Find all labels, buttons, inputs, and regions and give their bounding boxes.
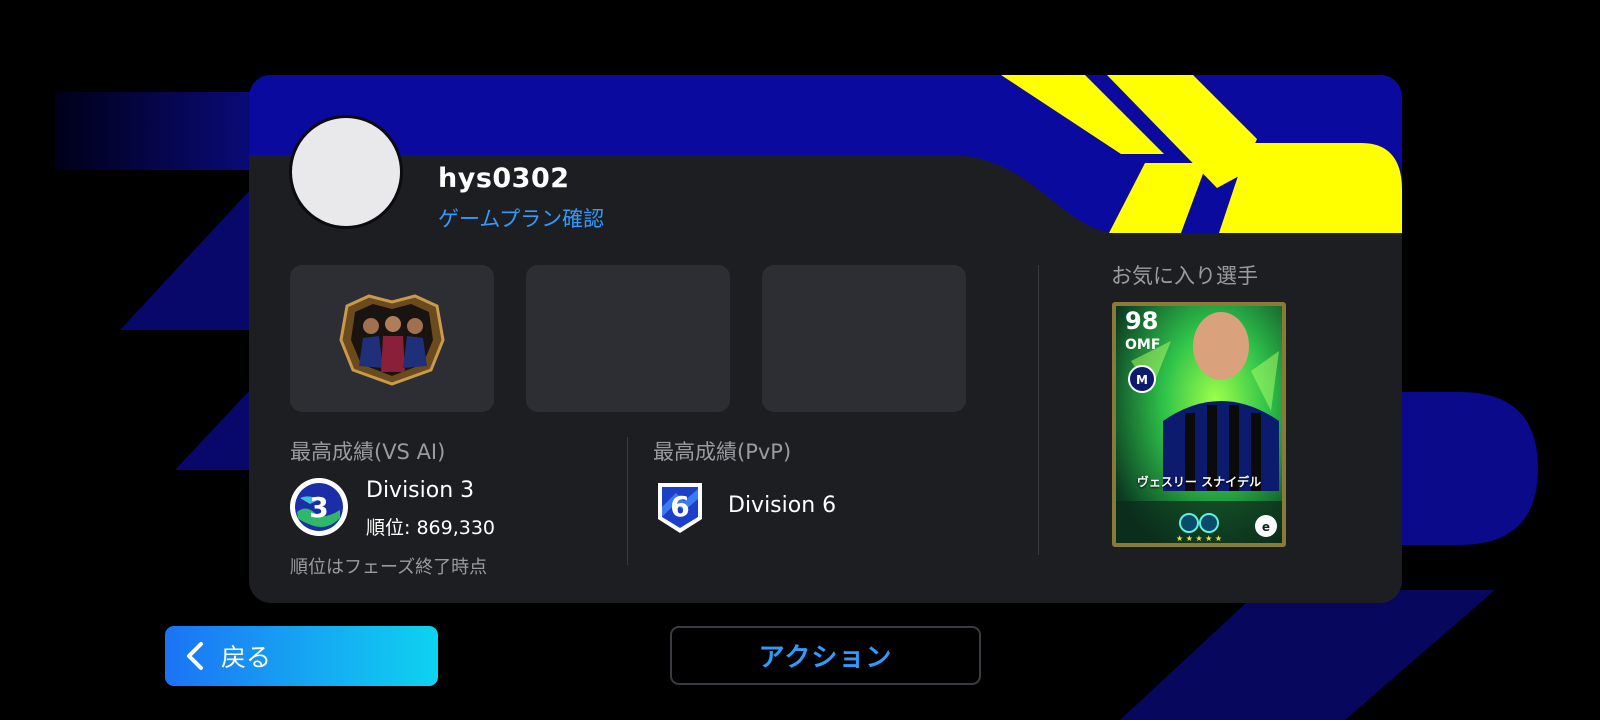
team-emblem-icon (339, 294, 445, 386)
divider (1038, 265, 1039, 555)
player-name: ヴェスリー スナイデル (1136, 475, 1262, 489)
favorite-player-label: お気に入り選手 (1111, 264, 1258, 288)
division-3-badge-icon: 3 (290, 478, 348, 536)
action-button[interactable]: アクション (670, 626, 981, 685)
back-button-label: 戻る (221, 643, 272, 672)
profile-screen: hys0302 ゲームプラン確認 最高成績(VS AI) 3 Division … (0, 0, 1600, 720)
player-position: OMF (1125, 337, 1161, 353)
back-button[interactable]: 戻る (165, 626, 438, 686)
card-header-banner (249, 75, 1402, 233)
emblem-slot-2[interactable] (526, 265, 730, 412)
rank-note: 順位はフェーズ終了時点 (290, 557, 488, 578)
avatar[interactable] (289, 115, 403, 229)
emblem-slot-1[interactable] (290, 265, 494, 412)
division-6-badge-number: 6 (670, 490, 689, 523)
division-ai-name: Division 3 (366, 478, 475, 503)
svg-text:★ ★ ★ ★ ★: ★ ★ ★ ★ ★ (1176, 534, 1222, 543)
division-ai-rank: 順位: 869,330 (366, 517, 496, 539)
gameplan-link[interactable]: ゲームプラン確認 (438, 203, 604, 233)
svg-text:M: M (1136, 373, 1148, 387)
svg-text:e: e (1262, 520, 1270, 534)
divider (627, 437, 628, 565)
best-record-ai-label: 最高成績(VS AI) (290, 440, 446, 464)
chevron-left-icon (187, 642, 203, 670)
favorite-player-card[interactable]: M e ★ ★ ★ ★ ★ 98 OMF ヴェスリー スナイデル (1111, 301, 1287, 548)
division-3-badge-number: 3 (309, 491, 328, 524)
division-6-badge-icon: 6 (658, 483, 702, 533)
emblem-slot-3[interactable] (762, 265, 966, 412)
best-record-pvp-label: 最高成績(PvP) (653, 440, 792, 464)
division-pvp-name: Division 6 (728, 493, 837, 518)
player-rating: 98 (1125, 307, 1159, 335)
profile-card: hys0302 ゲームプラン確認 最高成績(VS AI) 3 Division … (249, 75, 1402, 603)
username: hys0302 (438, 163, 570, 194)
action-button-label: アクション (758, 643, 893, 673)
